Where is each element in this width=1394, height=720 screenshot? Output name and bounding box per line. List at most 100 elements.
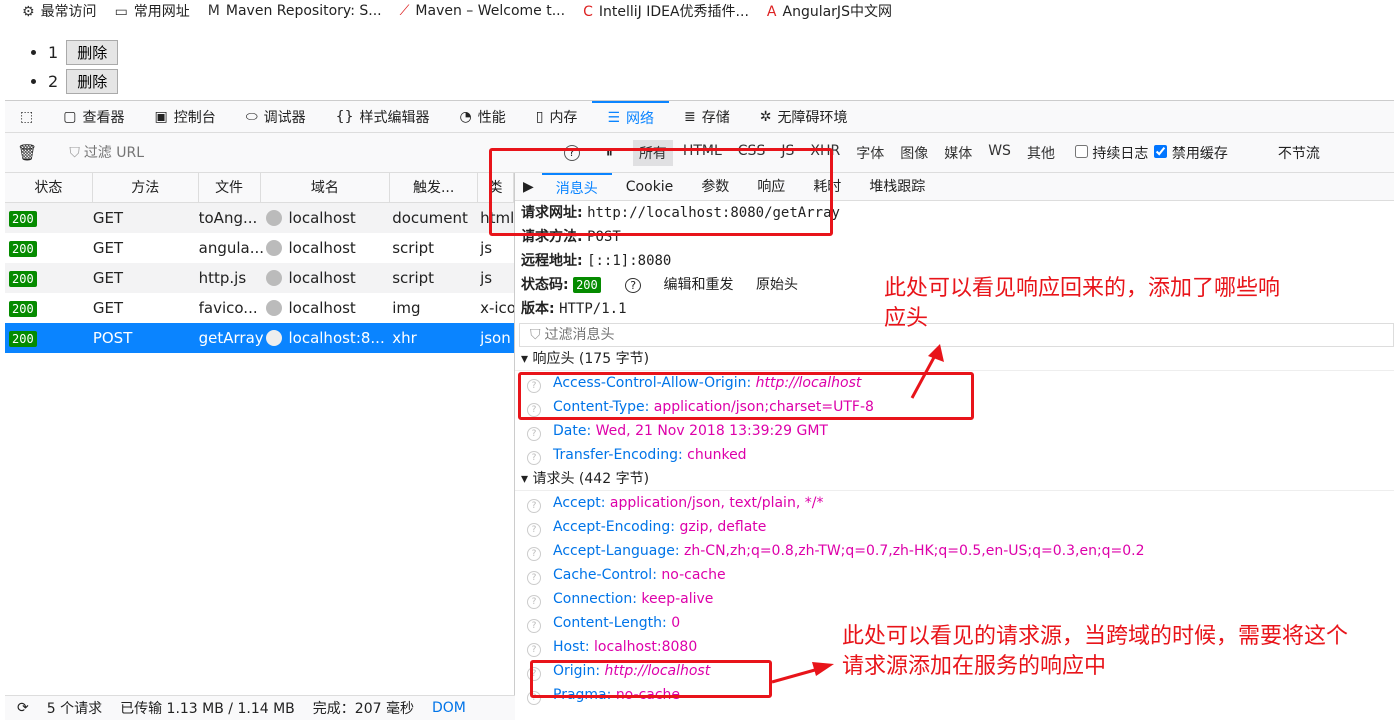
bookmark-item[interactable]: M Maven Repository: S... [208,3,382,19]
tab-accessibility[interactable]: ✲ 无障碍环境 [745,101,863,132]
status-badge: 200 [9,301,37,317]
header-value: localhost:8080 [594,639,698,655]
help-icon[interactable]: ? [527,547,541,561]
table-row[interactable]: 200 GET toAng... localhost document html [5,203,514,233]
header-row: ? Date: Wed, 21 Nov 2018 13:39:29 GMT [515,419,1394,443]
cause-cell: script [392,269,435,287]
status-cell: 200 [5,209,93,227]
tab-performance[interactable]: ◔ 性能 [445,101,521,132]
type-cell: json [480,329,511,347]
performance-icon[interactable]: ⟳ [17,700,29,716]
filter-type-button[interactable]: 字体 [850,140,890,166]
inspector-icon: ▢ [63,108,77,125]
filter-icon: ⛉ [69,144,80,161]
transferred-size: 已传输 1.13 MB / 1.14 MB [120,701,295,717]
help-icon[interactable]: ? [625,278,642,293]
pick-element-button[interactable]: ⬚ [5,101,48,132]
header-name: Accept-Encoding: [553,519,676,535]
tab-storage[interactable]: ≣ 存储 [669,101,745,132]
clear-icon[interactable]: 🗑 [5,143,49,162]
filter-icon: ⛉ [530,327,541,343]
tab-console[interactable]: ▣ 控制台 [139,101,230,132]
file-cell: toAng... [198,209,258,227]
tab-style-editor[interactable]: {} 样式编辑器 [321,101,445,132]
bookmark-label: 常用网址 [133,4,190,20]
table-row[interactable]: 200 POST getArray localhost:8... xhr json [5,323,514,353]
details-tab[interactable]: 堆栈跟踪 [855,173,939,200]
domain-text: localhost [288,269,356,287]
intellij-icon: C [583,4,593,20]
bookmark-item[interactable]: ⚙ 最常访问 [22,1,97,21]
file-cell: http.js [198,269,247,287]
request-list: 状态 方法 文件 域名 触发... 类 200 GET toAng... localhost do… [5,173,515,695]
folder-icon: ▭ [114,4,128,20]
header-name: Content-Length: [553,615,667,631]
help-icon[interactable]: ? [527,427,541,441]
header-value: no-cache [661,567,726,583]
response-headers-section[interactable]: ▾ 响应头 (175 字节) [515,347,1394,371]
help-icon[interactable]: ? [527,499,541,513]
domain-cell: localhost [266,299,392,317]
column-header[interactable]: 文件 [199,173,261,202]
tab-label: 无障碍环境 [777,109,848,126]
console-icon: ▣ [154,108,168,125]
bookmarks-bar: ⚙ 最常访问 ▭ 常用网址 M Maven Repository: S... ⟋ Maven … [0,0,1394,22]
help-icon[interactable]: ? [527,451,541,465]
help-icon[interactable]: ? [527,619,541,633]
status-cell: 200 [5,299,93,317]
help-icon[interactable]: ? [527,643,541,657]
list-item: 1 删除 [48,40,119,65]
tab-network[interactable]: ☰ 网络 [592,101,669,132]
domain-cell: localhost:8... [266,329,392,347]
help-icon[interactable]: ? [527,571,541,585]
disable-cache-checkbox[interactable]: 禁用缓存 [1154,143,1228,163]
persist-log-checkbox[interactable]: 持续日志 [1074,143,1148,163]
file-cell: favico... [198,299,258,317]
domain-text: localhost [288,209,356,227]
header-value: Wed, 21 Nov 2018 13:39:29 GMT [595,423,828,439]
filter-url-input[interactable] [83,144,544,161]
maven-icon: M [207,3,220,19]
performance-icon: ◔ [459,108,472,125]
delete-button[interactable]: 删除 [66,69,119,94]
memory-icon: ▯ [535,108,544,125]
throttle-select[interactable]: 不节流 [1278,143,1320,163]
globe-icon [266,330,283,346]
tab-inspector[interactable]: ▢ 查看器 [48,101,139,132]
tab-label: 调试器 [263,109,306,126]
delete-button[interactable]: 删除 [66,40,119,65]
tab-debugger[interactable]: ⬭ 调试器 [231,101,321,132]
header-name: Connection: [553,591,637,607]
table-row[interactable]: 200 GET favico... localhost img x-icon [5,293,514,323]
filter-type-button[interactable]: 其他 [1021,140,1061,166]
edit-resend-button[interactable]: 编辑和重发 [664,277,734,293]
request-details-panel: ▶ 消息头 Cookie 参数 响应 耗时 堆栈跟踪 请求网址: http://localh… [515,173,1394,705]
tab-label: 内存 [549,109,578,126]
table-row[interactable]: 200 GET angula... localhost script js [5,233,514,263]
bookmark-label: Maven Repository: S... [225,3,382,19]
bookmark-item[interactable]: ▭ 常用网址 [115,1,190,21]
help-icon[interactable]: ? [527,523,541,537]
column-header[interactable]: 域名 [261,173,391,202]
globe-icon [266,240,283,256]
status-cell: 200 [5,239,93,257]
column-header[interactable]: 触发... [390,173,479,202]
tab-memory[interactable]: ▯ 内存 [521,101,593,132]
request-headers-section[interactable]: ▾ 请求头 (442 字节) [515,467,1394,491]
header-value: keep-alive [641,591,714,607]
http-version: HTTP/1.1 [559,301,627,317]
filter-type-button[interactable]: WS [982,140,1017,166]
bookmark-item[interactable]: ⟋ Maven – Welcome t... [400,3,565,19]
network-icon: ☰ [607,109,620,126]
bookmark-item[interactable]: A AngularJS中文网 [767,1,892,21]
column-header[interactable]: 方法 [93,173,199,202]
help-icon[interactable]: ? [527,595,541,609]
filter-type-button[interactable]: 媒体 [938,140,978,166]
column-header[interactable]: 状态 [5,173,93,202]
filter-type-button[interactable]: 图像 [894,140,934,166]
bookmark-item[interactable]: C IntelliJ IDEA优秀插件... [583,1,749,21]
debugger-icon: ⬭ [245,108,258,125]
table-row[interactable]: 200 GET http.js localhost script js [5,263,514,293]
header-name: Accept-Language: [553,543,680,559]
raw-headers-button[interactable]: 原始头 [756,277,798,293]
